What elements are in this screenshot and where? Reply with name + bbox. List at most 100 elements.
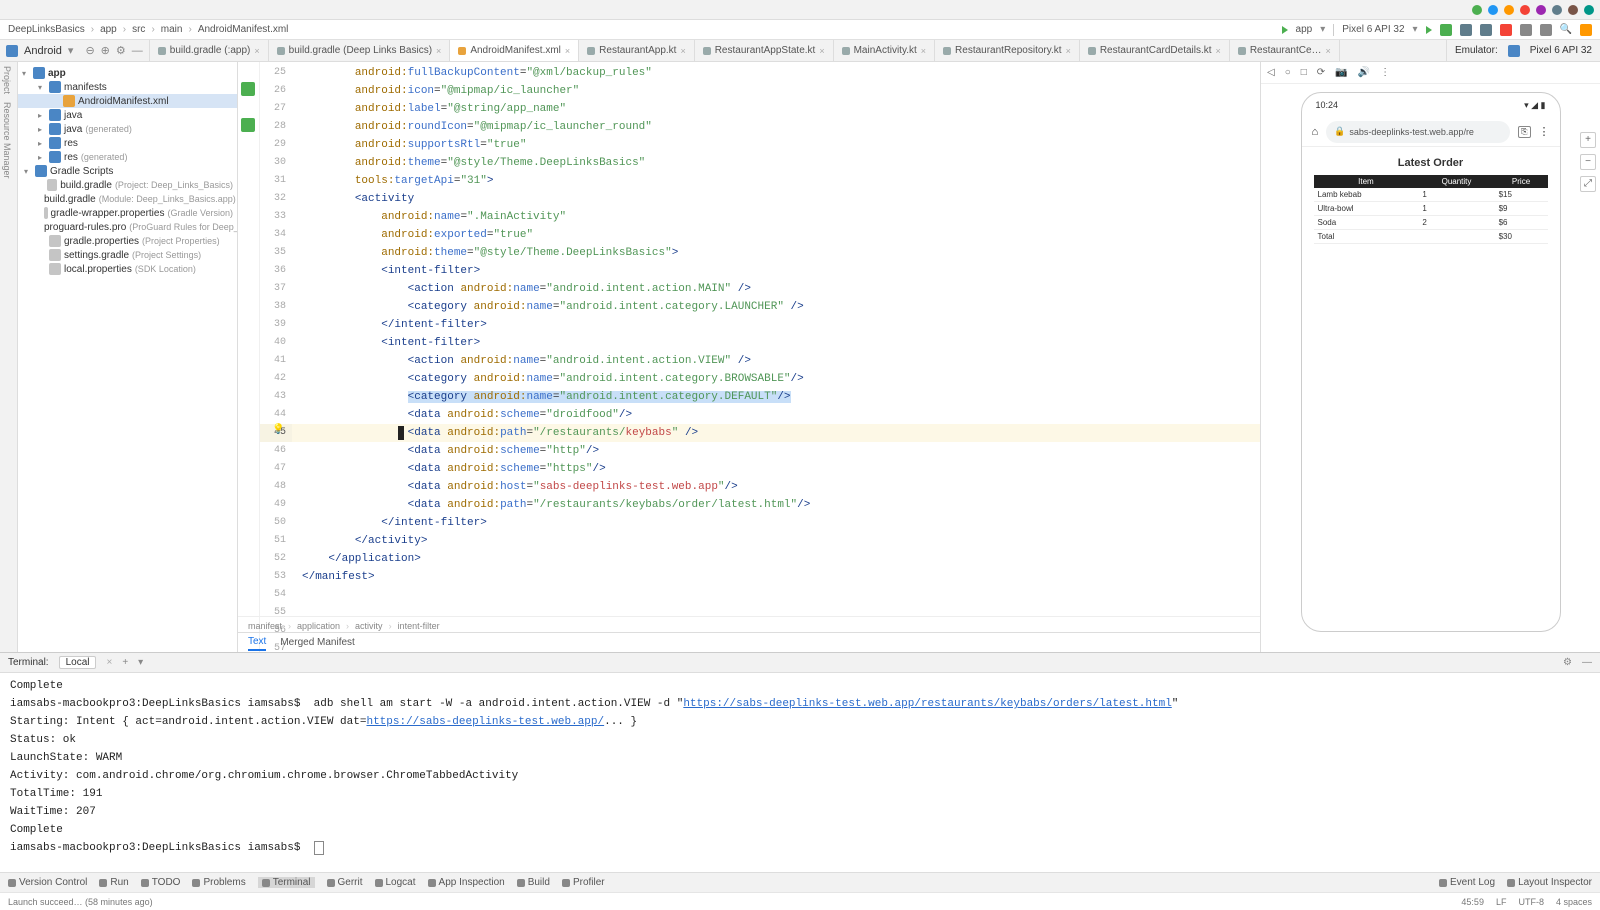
close-tab-icon[interactable]: × — [565, 46, 570, 56]
tool-window-button[interactable]: Layout Inspector — [1507, 877, 1592, 888]
run-button[interactable] — [1426, 26, 1432, 34]
collapse-icon[interactable]: ⊖ — [85, 44, 94, 57]
tree-item[interactable]: ▾manifests — [18, 80, 237, 94]
device-selector[interactable]: Pixel 6 API 32 — [1342, 24, 1404, 35]
editor-sub-tab[interactable]: Text — [248, 634, 266, 651]
run-gutter-icon[interactable] — [241, 118, 255, 132]
tool-window-button[interactable]: Version Control — [8, 877, 87, 888]
tree-item[interactable]: ▸res — [18, 136, 237, 150]
editor-tab[interactable]: build.gradle (:app)× — [150, 40, 269, 61]
editor-tab[interactable]: RestaurantCe…× — [1230, 40, 1340, 61]
status-indicator[interactable]: LF — [1496, 897, 1507, 907]
new-terminal-tab-button[interactable]: + — [122, 657, 128, 668]
status-indicator[interactable]: 45:59 — [1461, 897, 1484, 907]
gear-icon[interactable]: ⚙ — [116, 44, 126, 57]
left-tool-stripe[interactable]: Project Resource Manager — [0, 62, 18, 652]
tree-item[interactable]: gradle.properties (Project Properties) — [18, 234, 237, 248]
code-content[interactable]: android:fullBackupContent="@xml/backup_r… — [292, 62, 1260, 652]
breadcrumb[interactable]: DeepLinksBasics app src main AndroidManifest… — [8, 24, 288, 35]
tree-item[interactable]: local.properties (SDK Location) — [18, 262, 237, 276]
close-tab-icon[interactable]: × — [680, 46, 685, 56]
run-gutter-icon[interactable] — [241, 82, 255, 96]
editor-tab[interactable]: build.gradle (Deep Links Basics)× — [269, 40, 451, 61]
tool-window-button[interactable]: Profiler — [562, 877, 605, 888]
editor-tab[interactable]: RestaurantApp.kt× — [579, 40, 695, 61]
tool-window-button[interactable]: App Inspection — [428, 877, 505, 888]
tool-window-button[interactable]: Terminal — [258, 877, 315, 888]
intention-bulb-icon[interactable]: 💡 — [272, 424, 284, 435]
breadcrumb-item[interactable]: src — [132, 24, 145, 35]
run-config-selector[interactable]: app — [1296, 24, 1313, 35]
zoom-out-button[interactable]: − — [1580, 154, 1596, 170]
tree-item[interactable]: ▸java — [18, 108, 237, 122]
status-indicator[interactable]: UTF-8 — [1518, 897, 1544, 907]
tool-window-button[interactable]: Run — [99, 877, 128, 888]
screenshot-icon[interactable]: 📷 — [1335, 67, 1347, 78]
tree-item[interactable]: ▾Gradle Scripts — [18, 164, 237, 178]
browser-menu-icon[interactable]: ⋮ — [1539, 125, 1550, 138]
tree-item[interactable]: ▸res (generated) — [18, 150, 237, 164]
editor-tab[interactable]: RestaurantCardDetails.kt× — [1080, 40, 1230, 61]
close-tab-icon[interactable]: × — [819, 46, 824, 56]
home-icon[interactable]: ○ — [1285, 67, 1291, 78]
overview-icon[interactable]: □ — [1301, 67, 1307, 78]
editor-tab[interactable]: MainActivity.kt× — [834, 40, 935, 61]
rotate-icon[interactable]: ⟳ — [1317, 67, 1325, 78]
tool-window-button[interactable]: Event Log — [1439, 877, 1495, 888]
profile-icon[interactable] — [1480, 24, 1492, 36]
hide-icon[interactable]: — — [1582, 657, 1592, 668]
close-tab-icon[interactable]: × — [921, 46, 926, 56]
close-tab-icon[interactable]: × — [436, 46, 441, 56]
emulator-screen[interactable]: 10:24 ▾ ◢ ▮ ⌂ 🔒 sabs-deeplinks-test.web.… — [1301, 92, 1561, 632]
tree-item[interactable]: build.gradle (Project: Deep_Links_Basics… — [18, 178, 237, 192]
zoom-in-button[interactable]: + — [1580, 132, 1596, 148]
close-tab-icon[interactable]: × — [1066, 46, 1071, 56]
expand-icon[interactable]: ⊕ — [101, 44, 110, 57]
emulator-device[interactable]: Pixel 6 API 32 — [1530, 45, 1592, 56]
status-indicator[interactable]: 4 spaces — [1556, 897, 1592, 907]
breadcrumb-item[interactable]: main — [161, 24, 183, 35]
sync-icon[interactable] — [1580, 24, 1592, 36]
close-tab-icon[interactable]: × — [254, 46, 259, 56]
stop-icon[interactable] — [1500, 24, 1512, 36]
close-tab-icon[interactable]: × — [1326, 46, 1331, 56]
editor-sub-tab[interactable]: Merged Manifest — [280, 635, 354, 650]
editor-tab[interactable]: RestaurantAppState.kt× — [695, 40, 834, 61]
hide-icon[interactable]: — — [132, 45, 143, 57]
search-icon[interactable]: 🔍 — [1560, 24, 1572, 35]
terminal-tab-close-icon[interactable]: × — [106, 657, 112, 668]
volume-icon[interactable]: 🔊 — [1358, 67, 1370, 78]
tree-root[interactable]: ▾app — [18, 66, 237, 80]
tree-item[interactable]: build.gradle (Module: Deep_Links_Basics.… — [18, 192, 237, 206]
terminal-dropdown-icon[interactable]: ▾ — [138, 657, 143, 668]
tool-window-button[interactable]: Build — [517, 877, 550, 888]
zoom-fit-button[interactable]: ⤢ — [1580, 176, 1596, 192]
editor-tab[interactable]: RestaurantRepository.kt× — [935, 40, 1080, 61]
tool-window-button[interactable]: Logcat — [375, 877, 416, 888]
project-tool-button[interactable]: Project — [2, 66, 15, 94]
breadcrumb-item[interactable]: DeepLinksBasics — [8, 24, 85, 35]
terminal-tab[interactable]: Local — [59, 656, 97, 669]
browser-home-icon[interactable]: ⌂ — [1312, 126, 1319, 138]
sdk-icon[interactable] — [1540, 24, 1552, 36]
more-icon[interactable]: ⋮ — [1380, 67, 1390, 78]
editor[interactable]: 25 26 27 28 29 30 31 32 33 34 35 36 37 3… — [238, 62, 1260, 652]
close-tab-icon[interactable]: × — [1216, 46, 1221, 56]
resource-manager-tool-button[interactable]: Resource Manager — [2, 102, 15, 179]
project-view-dropdown[interactable]: Android — [24, 45, 62, 57]
tree-item[interactable]: ▸java (generated) — [18, 122, 237, 136]
tree-item[interactable]: settings.gradle (Project Settings) — [18, 248, 237, 262]
editor-tab[interactable]: AndroidManifest.xml× — [450, 40, 579, 61]
apply-changes-icon[interactable] — [1440, 24, 1452, 36]
tool-window-button[interactable]: TODO — [141, 877, 181, 888]
reader-icon[interactable]: ⎘ — [1518, 126, 1530, 138]
back-icon[interactable]: ◁ — [1267, 67, 1275, 78]
tool-window-button[interactable]: Gerrit — [327, 877, 363, 888]
breadcrumb-item[interactable]: AndroidManifest.xml — [198, 24, 289, 35]
browser-url-bar[interactable]: 🔒 sabs-deeplinks-test.web.app/re — [1326, 121, 1510, 143]
gear-icon[interactable]: ⚙ — [1563, 657, 1572, 668]
debug-icon[interactable] — [1460, 24, 1472, 36]
breadcrumb-item[interactable]: app — [100, 24, 117, 35]
terminal-output[interactable]: Completeiamsabs-macbookpro3:DeepLinksBas… — [0, 673, 1600, 872]
avd-icon[interactable] — [1520, 24, 1532, 36]
